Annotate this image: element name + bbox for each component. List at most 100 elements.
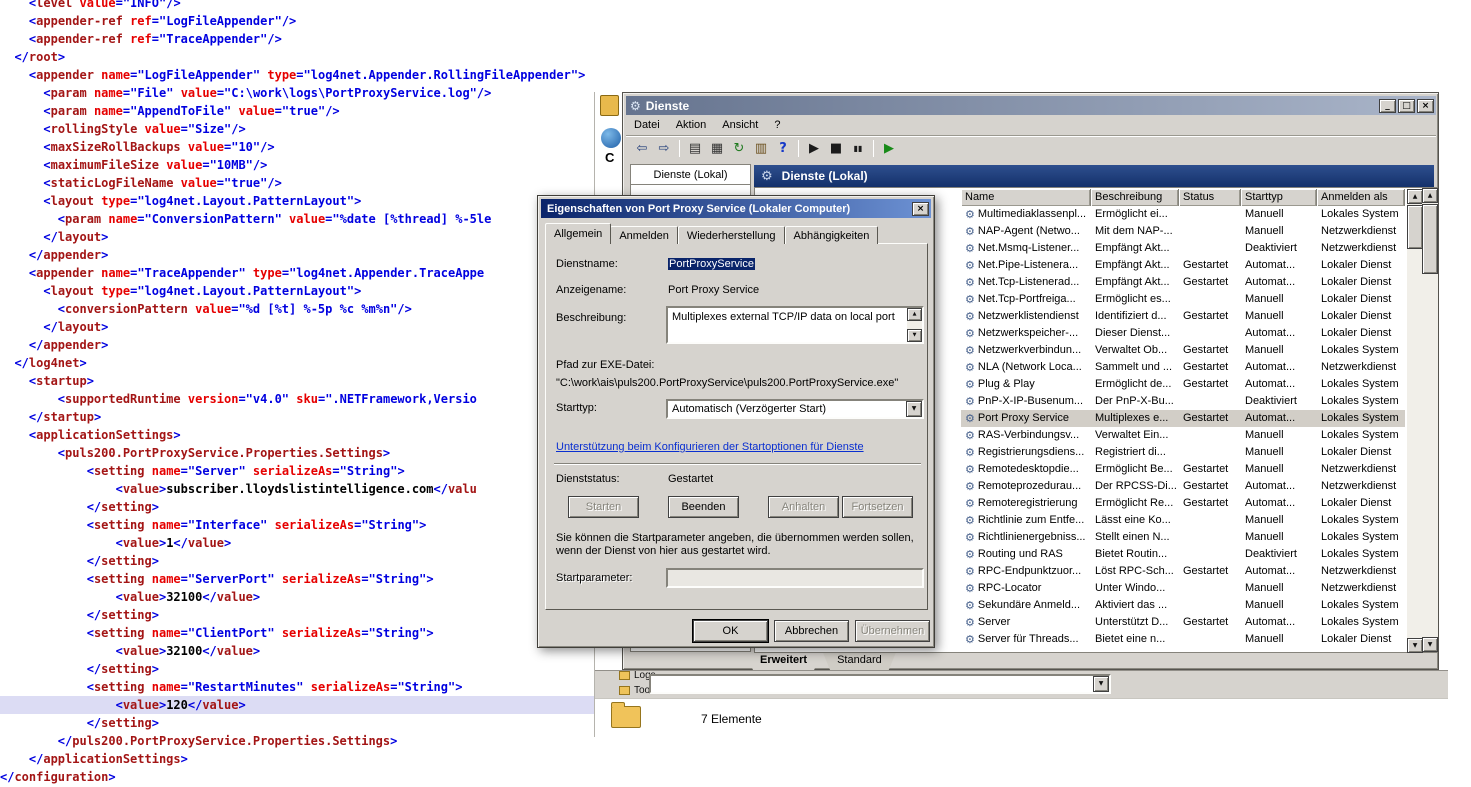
start-service-icon[interactable]: ▶ [804,139,824,159]
menu-hilfe[interactable]: ? [766,117,788,133]
restart-service-icon[interactable]: ▶ [879,139,899,159]
code-line[interactable]: <appender name="LogFileAppender" type="l… [0,66,1471,84]
starttyp-dropdown-button[interactable]: ▼ [906,401,922,417]
service-name-cell: ⚙Routing und RAS [961,546,1091,563]
scroll-up-icon[interactable]: ▲ [907,308,922,321]
beschreibung-textbox[interactable]: Multiplexes external TCP/IP data on loca… [666,306,924,344]
starttyp-combobox[interactable]: Automatisch (Verzögerter Start) ▼ [666,399,924,419]
fortsetzen-button[interactable]: Fortsetzen [842,496,913,518]
table-row[interactable]: ⚙Net.Msmq-Listener...Empfängt Akt...Deak… [961,240,1405,257]
abbrechen-button[interactable]: Abbrechen [774,620,849,642]
startparameter-input[interactable] [666,568,924,588]
scrollbar-thumb[interactable] [1407,205,1423,249]
scroll-up-icon[interactable]: ▲ [1422,188,1438,203]
menu-datei[interactable]: Datei [626,117,668,133]
console-window-icon[interactable]: ▤ [685,139,705,159]
table-row[interactable]: ⚙Port Proxy ServiceMultiplexes e...Gesta… [961,410,1405,427]
code-line[interactable]: <appender-ref ref="LogFileAppender"/> [0,12,1471,30]
column-header-name[interactable]: Name [961,189,1091,206]
column-header-anmelden-als[interactable]: Anmelden als [1317,189,1405,206]
bernehmen-button[interactable]: Übernehmen [855,620,930,642]
scroll-down-icon[interactable]: ▼ [1407,638,1423,653]
anhalten-button[interactable]: Anhalten [768,496,839,518]
column-header-starttyp[interactable]: Starttyp [1241,189,1317,206]
table-row[interactable]: ⚙Routing und RASBietet Routin...Deaktivi… [961,546,1405,563]
table-row[interactable]: ⚙Plug & PlayErmöglicht de...GestartetAut… [961,376,1405,393]
ok-button[interactable]: OK [693,620,768,642]
tab-allgemein[interactable]: Allgemein [545,223,611,244]
close-button[interactable]: × [912,202,929,216]
scrollbar-thumb[interactable] [1422,204,1438,274]
table-row[interactable]: ⚙Sekundäre Anmeld...Aktiviert das ...Man… [961,597,1405,614]
beschreibung-scrollbar[interactable]: ▲ ▼ [907,308,922,342]
table-row[interactable]: ⚙Remotedesktopdie...Ermöglicht Be...Gest… [961,461,1405,478]
services-window-titlebar[interactable]: ⚙ Dienste _□× [626,96,1436,115]
dienstname-value[interactable]: PortProxyService [668,258,755,270]
code-line[interactable]: </root> [0,48,1471,66]
help-icon[interactable]: ? [773,139,793,159]
table-row[interactable]: ⚙RPC-Endpunktzuor...Löst RPC-Sch...Gesta… [961,563,1405,580]
dienststatus-value: Gestartet [668,473,713,485]
pane-scrollbar[interactable]: ▲ ▼ [1422,188,1438,652]
code-line[interactable]: <level value="INFO"/> [0,0,1471,12]
view-tab-erweitert[interactable]: Erweitert [746,653,821,670]
code-line[interactable]: </configuration> [0,768,1471,786]
close-button[interactable]: × [1417,99,1434,113]
minimize-button[interactable]: _ [1379,99,1396,113]
table-row[interactable]: ⚙RAS-Verbindungsv...Verwaltet Ein...Manu… [961,427,1405,444]
table-row[interactable]: ⚙Registrierungsdiens...Registriert di...… [961,444,1405,461]
forward-icon[interactable]: ⇨ [654,139,674,159]
anzeigename-value[interactable]: Port Proxy Service [668,284,759,296]
properties-icon[interactable]: ▦ [707,139,727,159]
back-icon[interactable]: ⇦ [632,139,652,159]
table-row[interactable]: ⚙Netzwerkspeicher-...Dieser Dienst...Aut… [961,325,1405,342]
code-line[interactable]: </applicationSettings> [0,750,1471,768]
stop-service-icon[interactable]: ■ [826,139,846,159]
tab-abh-ngigkeiten[interactable]: Abhängigkeiten [785,226,879,244]
menu-aktion[interactable]: Aktion [668,117,715,133]
scroll-down-icon[interactable]: ▼ [1422,637,1438,652]
view-tab-standard[interactable]: Standard [823,653,896,670]
startoptions-help-link[interactable]: Unterstützung beim Konfigurieren der Sta… [556,441,864,453]
maximize-button[interactable]: □ [1398,99,1415,113]
table-row[interactable]: ⚙Multimediaklassenpl...Ermöglicht ei...M… [961,206,1405,223]
filename-combobox[interactable]: ▼ [649,674,1111,694]
table-row[interactable]: ⚙NAP-Agent (Netwo...Mit dem NAP-...Manue… [961,223,1405,240]
table-row[interactable]: ⚙RemoteregistrierungErmöglicht Re...Gest… [961,495,1405,512]
menu-ansicht[interactable]: Ansicht [714,117,766,133]
scroll-up-icon[interactable]: ▲ [1407,189,1423,204]
list-scrollbar[interactable]: ▲ ▼ [1407,189,1423,653]
service-name: Remotedesktopdie... [978,461,1079,478]
dialog-titlebar[interactable]: Eigenschaften von Port Proxy Service (Lo… [541,199,931,218]
table-row[interactable]: ⚙Netzwerkverbindun...Verwaltet Ob...Gest… [961,342,1405,359]
refresh-icon[interactable]: ↻ [729,139,749,159]
table-row[interactable]: ⚙RPC-LocatorUnter Windo...ManuellNetzwer… [961,580,1405,597]
code-line[interactable]: <value>120</value> [0,696,594,714]
beenden-button[interactable]: Beenden [668,496,739,518]
table-row[interactable]: ⚙Richtlinie zum Entfe...Lässt eine Ko...… [961,512,1405,529]
table-row[interactable]: ⚙Remoteprozedurau...Der RPCSS-Di...Gesta… [961,478,1405,495]
table-row[interactable]: ⚙PnP-X-IP-Busenum...Der PnP-X-Bu...Deakt… [961,393,1405,410]
scroll-down-icon[interactable]: ▼ [907,329,922,342]
tab-dienste-lokal[interactable]: Dienste (Lokal) [630,164,751,184]
service-cell: Gestartet [1179,495,1241,512]
pause-service-icon[interactable]: ▮▮ [848,139,868,159]
combobox-dropdown-button[interactable]: ▼ [1093,676,1109,692]
table-row[interactable]: ⚙NetzwerklistendienstIdentifiziert d...G… [961,308,1405,325]
service-gear-icon: ⚙ [965,515,975,526]
tab-wiederherstellung[interactable]: Wiederherstellung [678,226,785,244]
folder-icon [619,671,630,680]
table-row[interactable]: ⚙ServerUnterstützt D...GestartetAutomat.… [961,614,1405,631]
table-row[interactable]: ⚙NLA (Network Loca...Sammelt und ...Gest… [961,359,1405,376]
column-header-beschreibung[interactable]: Beschreibung [1091,189,1179,206]
table-row[interactable]: ⚙Server für Threads...Bietet eine n...Ma… [961,631,1405,648]
table-row[interactable]: ⚙Richtlinienergebniss...Stellt einen N..… [961,529,1405,546]
code-line[interactable]: <appender-ref ref="TraceAppender"/> [0,30,1471,48]
tab-anmelden[interactable]: Anmelden [610,226,678,244]
table-row[interactable]: ⚙Net.Tcp-Portfreiga...Ermöglicht es...Ma… [961,291,1405,308]
table-row[interactable]: ⚙Net.Pipe-Listenera...Empfängt Akt...Ges… [961,257,1405,274]
table-row[interactable]: ⚙Net.Tcp-Listenerad...Empfängt Akt...Ges… [961,274,1405,291]
column-header-status[interactable]: Status [1179,189,1241,206]
export-list-icon[interactable]: ▥ [751,139,771,159]
starten-button[interactable]: Starten [568,496,639,518]
